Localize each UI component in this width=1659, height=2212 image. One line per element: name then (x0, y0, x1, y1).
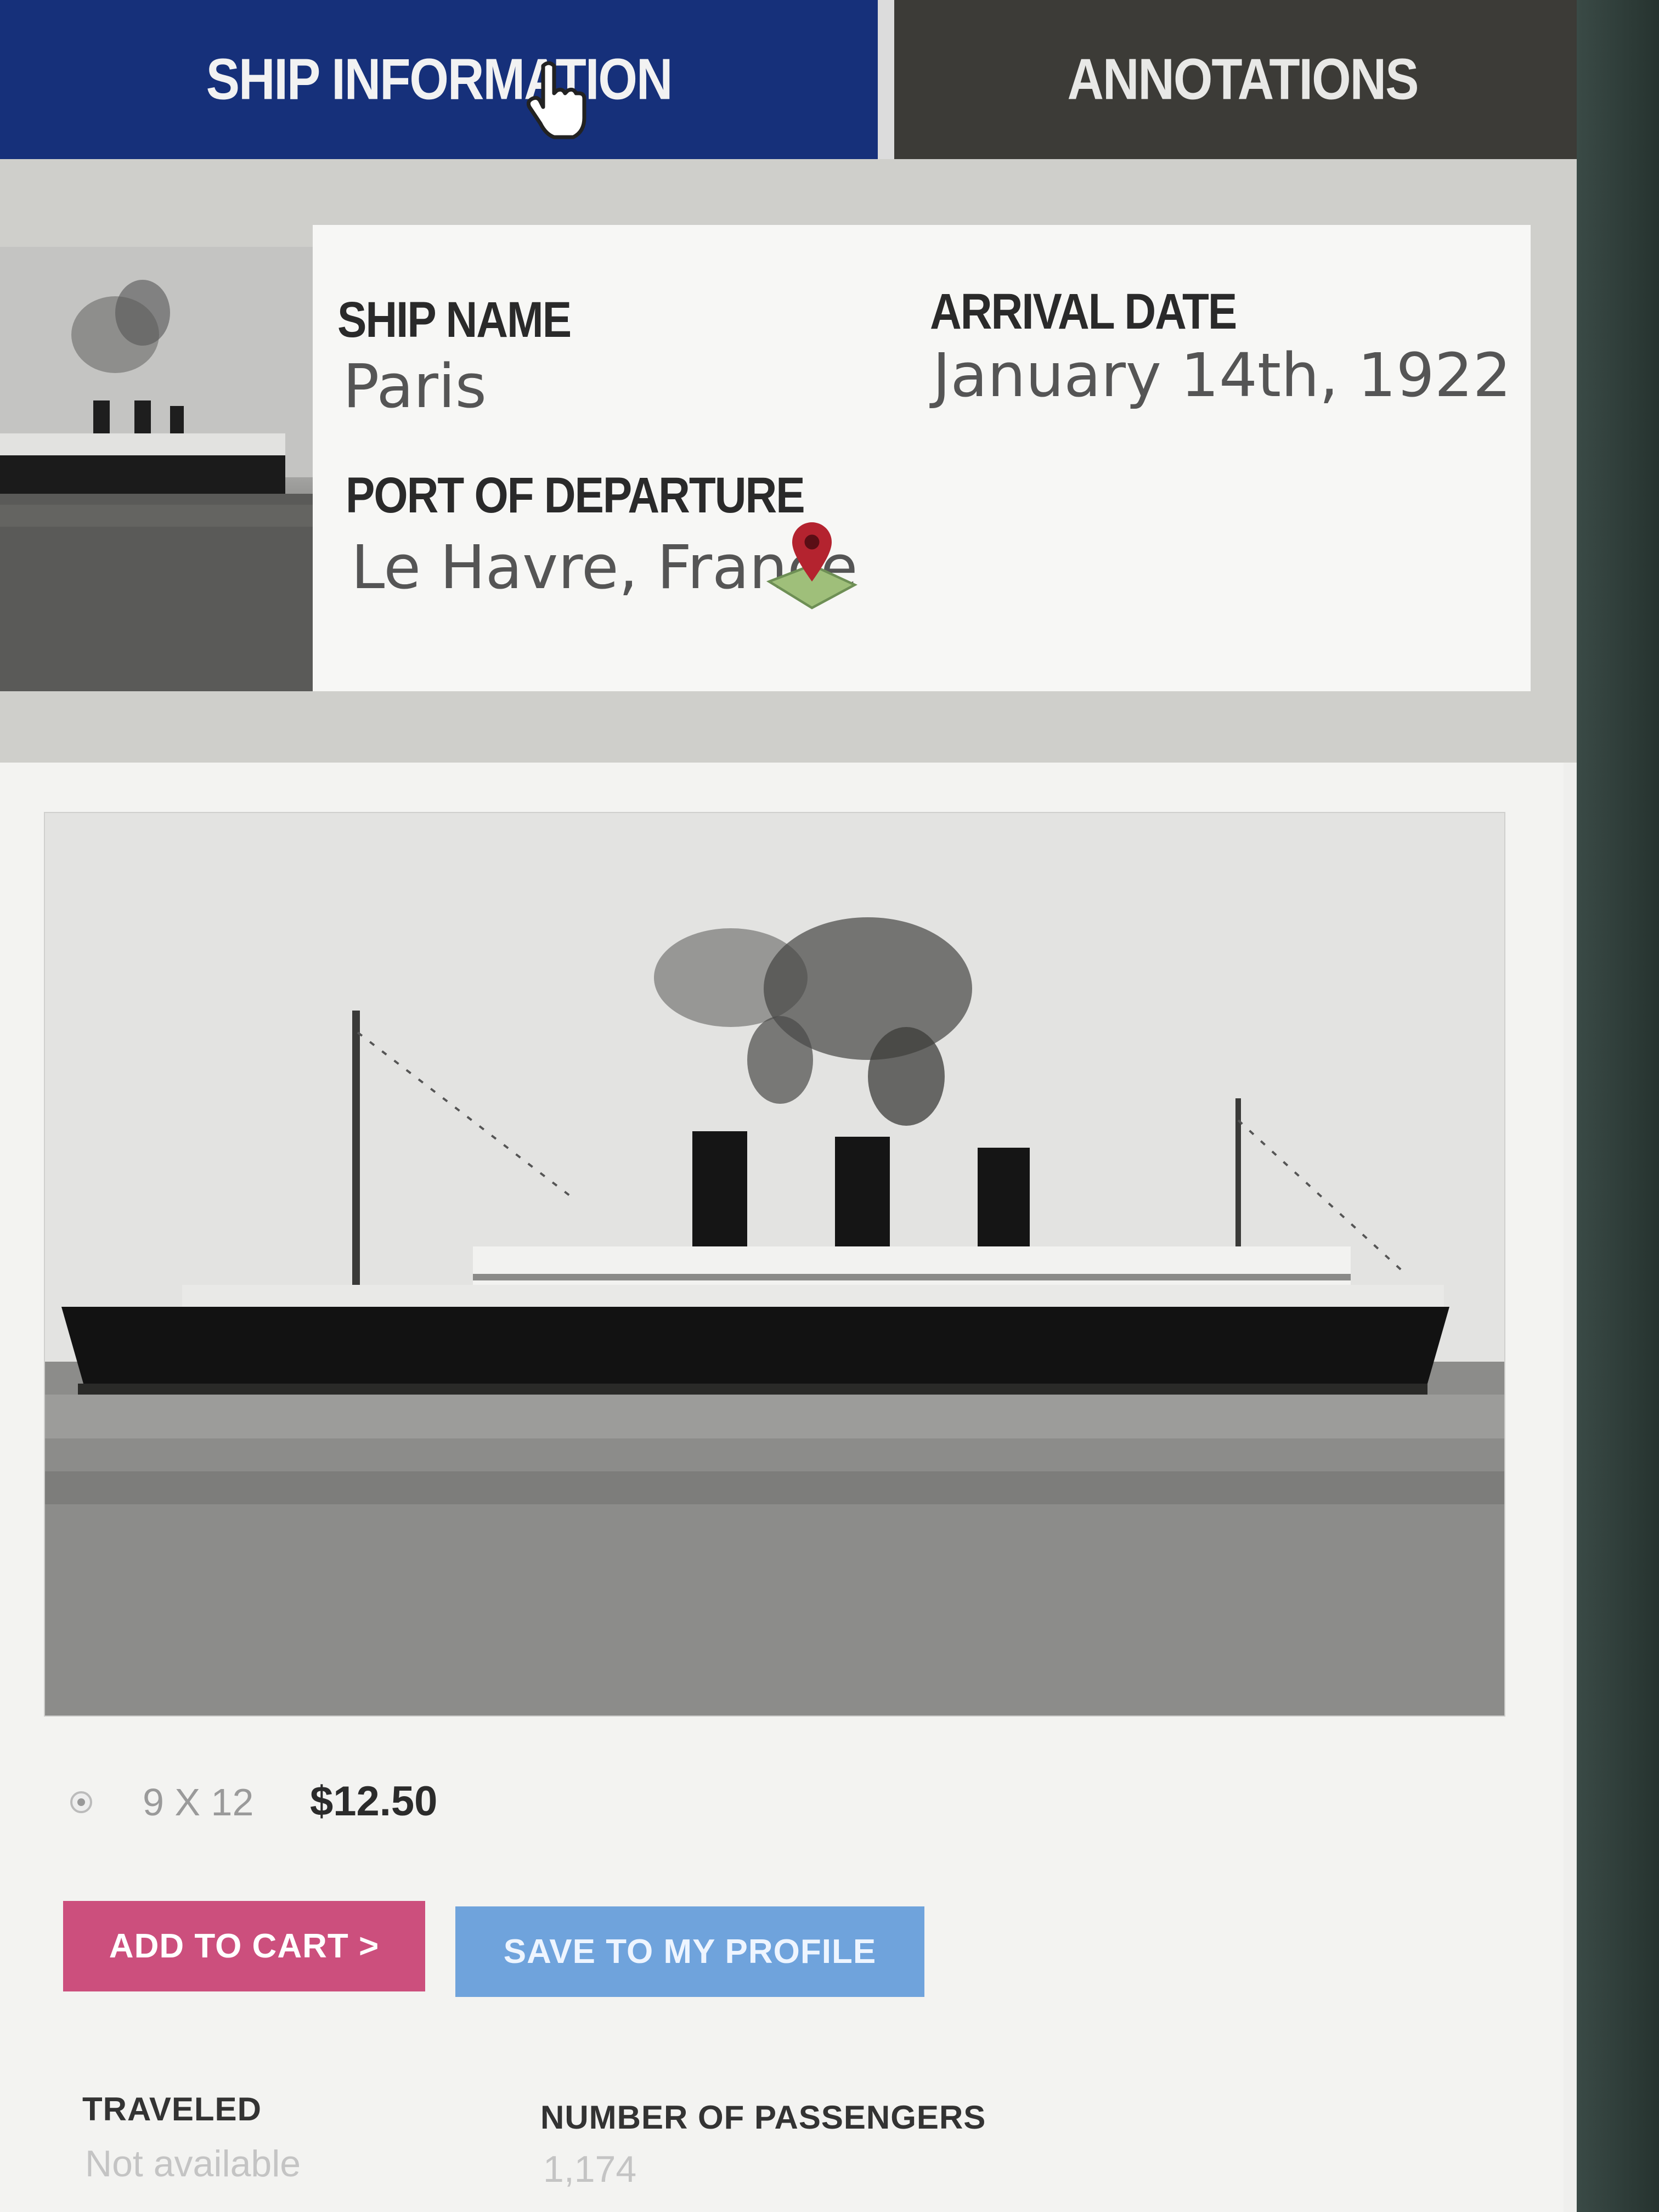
save-to-profile-label: SAVE TO MY PROFILE (503, 1933, 877, 1971)
tab-annotations[interactable]: ANNOTATIONS (894, 0, 1591, 171)
passengers-label: NUMBER OF PASSENGERS (540, 2099, 986, 2136)
save-to-profile-button[interactable]: SAVE TO MY PROFILE (455, 1906, 924, 1997)
print-size: 9 X 12 (143, 1781, 254, 1824)
screen: SHIP INFORMATION ANNOTATIONS SHIP NAME P… (0, 0, 1591, 2212)
print-price: $12.50 (310, 1778, 438, 1825)
tab-ship-information[interactable]: SHIP INFORMATION (0, 0, 878, 171)
ship-name-value: Paris (343, 351, 487, 421)
ship-info-card: SHIP NAME Paris ARRIVAL DATE January 14t… (313, 225, 1531, 691)
ship-photo[interactable] (44, 812, 1505, 1717)
ship-thumbnail-image (0, 247, 313, 691)
monitor-bezel (1577, 0, 1659, 2212)
add-to-cart-button[interactable]: ADD TO CART > (63, 1901, 425, 1991)
ship-thumbnail[interactable] (0, 247, 313, 691)
tab-divider (878, 0, 894, 159)
ship-photo-image (45, 813, 1504, 1716)
traveled-value: Not available (85, 2143, 301, 2185)
add-to-cart-label: ADD TO CART > (109, 1927, 380, 1965)
map-pin-icon[interactable] (763, 516, 861, 614)
arrival-date-label: ARRIVAL DATE (930, 283, 1237, 340)
port-of-departure-label: PORT OF DEPARTURE (346, 467, 805, 523)
tab-annotations-label: ANNOTATIONS (1067, 47, 1419, 112)
hand-cursor-icon (527, 61, 586, 139)
tab-ship-information-label: SHIP INFORMATION (206, 47, 673, 112)
traveled-label: TRAVELED (82, 2091, 262, 2128)
arrival-date-value: January 14th, 1922 (933, 340, 1511, 410)
size-radio[interactable] (70, 1791, 92, 1813)
ship-name-label: SHIP NAME (337, 291, 572, 348)
passengers-value: 1,174 (543, 2148, 637, 2190)
